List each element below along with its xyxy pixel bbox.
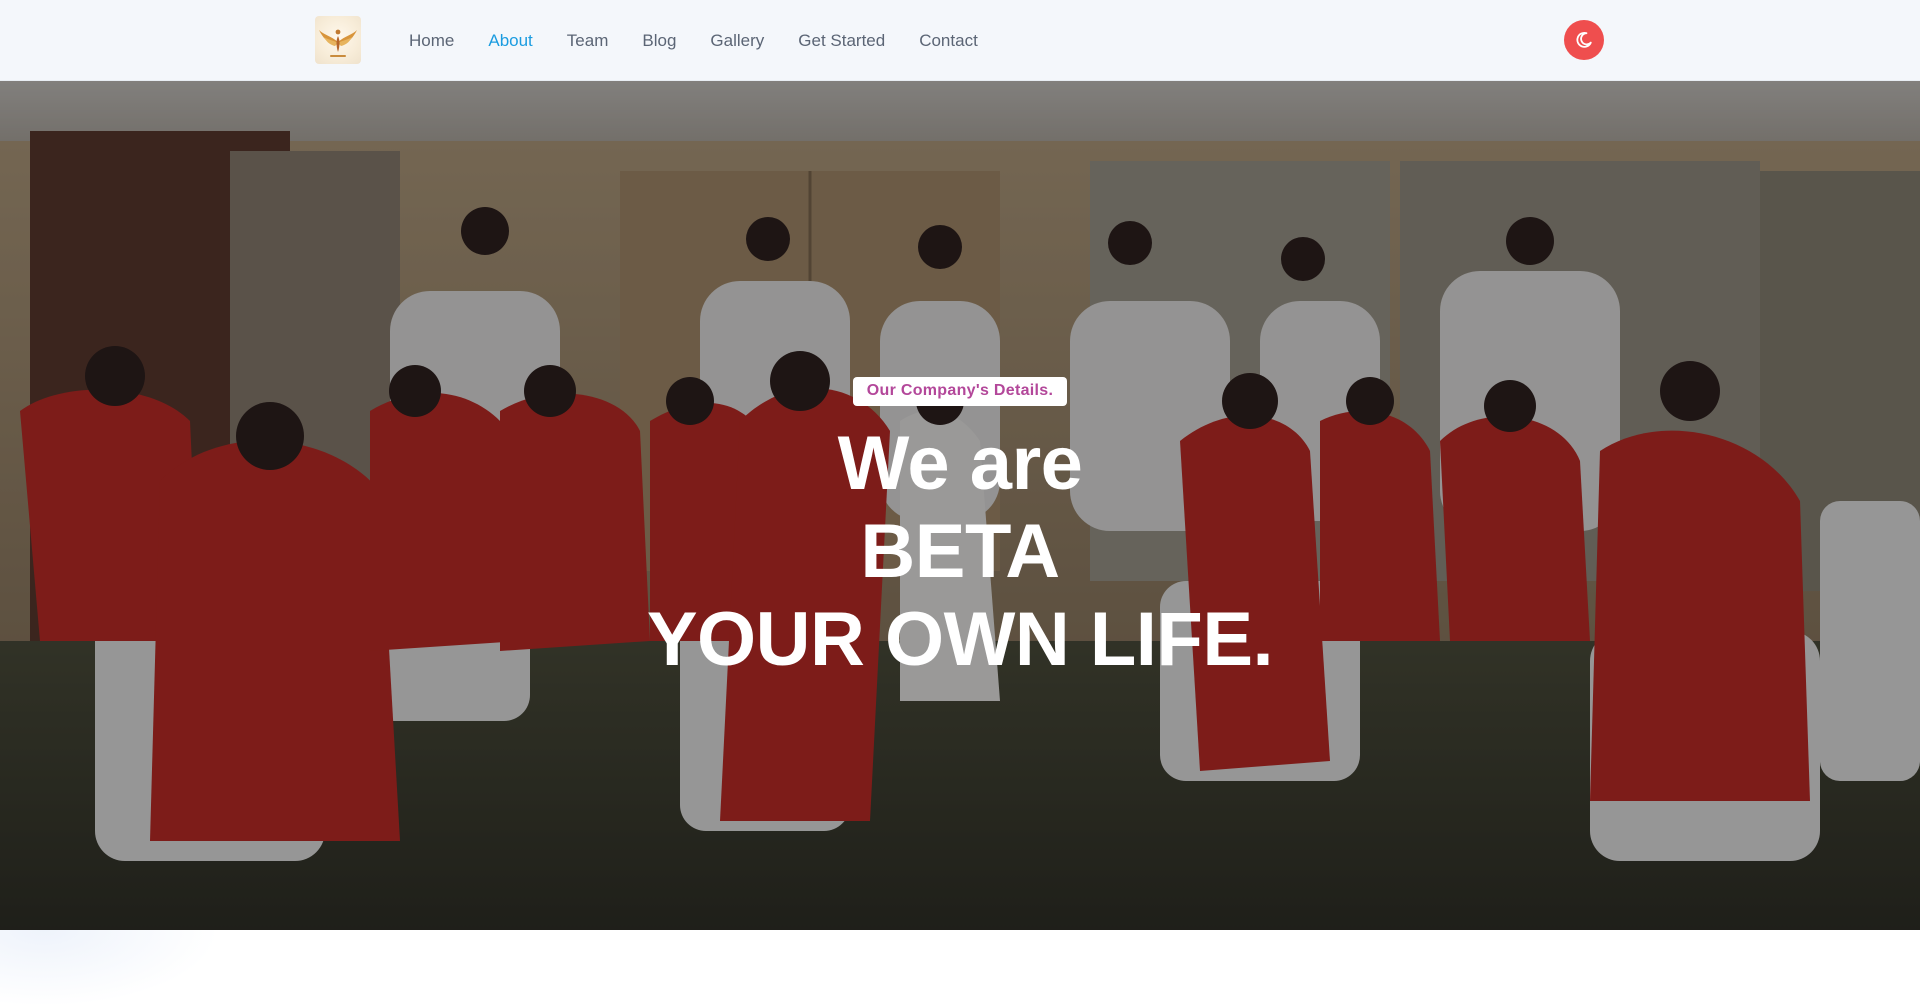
nav-blog-link[interactable]: Blog	[642, 31, 676, 51]
hero-title-line-2: BETA	[860, 509, 1060, 594]
hero-title-line-1: We are	[837, 421, 1083, 506]
section-decoration	[0, 930, 220, 1007]
nav-home-link[interactable]: Home	[409, 31, 454, 51]
hero-title-line-3: YOUR OWN LIFE.	[646, 597, 1274, 682]
nav-team-link[interactable]: Team	[567, 31, 609, 51]
hero-section: Our Company's Details. We are BETA YOUR …	[0, 81, 1920, 930]
theme-toggle-button[interactable]	[1564, 20, 1604, 60]
hero-tagline-badge: Our Company's Details.	[852, 377, 1068, 406]
brand-logo[interactable]	[315, 16, 361, 64]
nav-about-link[interactable]: About	[488, 31, 532, 51]
nav-gallery-link[interactable]: Gallery	[710, 31, 764, 51]
main-nav: Home About Team Blog Gallery Get Started…	[400, 0, 995, 81]
nav-get-started-link[interactable]: Get Started	[798, 31, 885, 51]
nav-contact-link[interactable]: Contact	[919, 31, 978, 51]
hero-content: Our Company's Details. We are BETA YOUR …	[0, 377, 1920, 684]
hero-title: We are BETA YOUR OWN LIFE.	[646, 420, 1274, 684]
logo-emblem-icon	[319, 29, 357, 57]
site-header: Home About Team Blog Gallery Get Started…	[0, 0, 1920, 81]
moon-icon	[1576, 31, 1592, 48]
